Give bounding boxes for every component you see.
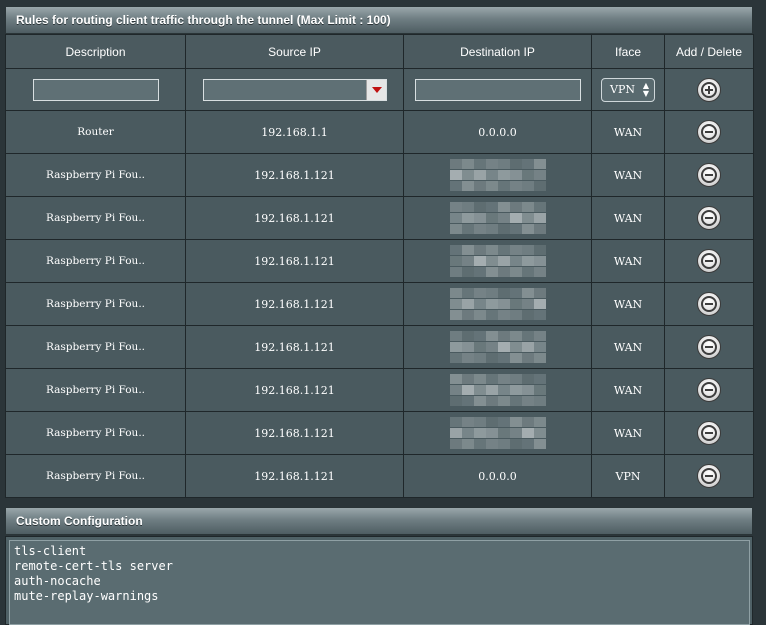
row-source-ip: 192.168.1.121 (185, 325, 404, 369)
delete-button-cell (664, 411, 754, 455)
row-iface: WAN (591, 153, 665, 197)
row-destination-ip: 0.0.0.0 (403, 110, 592, 154)
column-header-add-delete: Add / Delete (664, 34, 754, 69)
row-source-ip: 192.168.1.1 (185, 110, 404, 154)
row-source-ip: 192.168.1.121 (185, 239, 404, 283)
delete-button-cell (664, 282, 754, 326)
row-iface: WAN (591, 411, 665, 455)
row-destination-ip (403, 196, 592, 240)
redacted-destination-ip (449, 374, 546, 406)
row-source-ip: 192.168.1.121 (185, 282, 404, 326)
row-iface: VPN (591, 454, 665, 498)
row-description: Raspberry Pi Fou.. (5, 411, 186, 455)
table-row: Raspberry Pi Fou.. 192.168.1.121 WAN (5, 196, 754, 240)
table-row: Router 192.168.1.1 0.0.0.0 WAN (5, 110, 754, 154)
redacted-destination-ip (449, 417, 546, 449)
destination-ip-input[interactable] (414, 78, 581, 101)
table-row: Raspberry Pi Fou.. 192.168.1.121 WAN (5, 282, 754, 326)
row-description: Raspberry Pi Fou.. (5, 239, 186, 283)
iface-select[interactable]: VPN ▲ ▼ (601, 77, 655, 102)
redacted-destination-ip (449, 331, 546, 363)
column-header-description: Description (5, 34, 186, 69)
row-iface: WAN (591, 110, 665, 154)
table-row: Raspberry Pi Fou.. 192.168.1.121 WAN (5, 239, 754, 283)
row-iface: WAN (591, 368, 665, 412)
row-description: Raspberry Pi Fou.. (5, 368, 186, 412)
column-header-iface: Iface (591, 34, 665, 69)
delete-button-cell (664, 454, 754, 498)
row-destination-ip: 0.0.0.0 (403, 454, 592, 498)
delete-rule-button[interactable] (697, 206, 721, 230)
delete-rule-button[interactable] (697, 378, 721, 402)
vpn-client-routing-page: Rules for routing client traffic through… (0, 0, 766, 625)
description-input-cell (5, 68, 186, 111)
redacted-destination-ip (449, 245, 546, 277)
column-header-source-ip: Source IP (185, 34, 404, 69)
delete-rule-button[interactable] (697, 120, 721, 144)
row-description: Raspberry Pi Fou.. (5, 282, 186, 326)
routing-rules-table: Description Source IP Destination IP Ifa… (5, 34, 754, 498)
row-description: Raspberry Pi Fou.. (5, 196, 186, 240)
row-source-ip: 192.168.1.121 (185, 153, 404, 197)
delete-button-cell (664, 325, 754, 369)
delete-button-cell (664, 153, 754, 197)
description-input[interactable] (32, 78, 159, 101)
delete-rule-button[interactable] (697, 249, 721, 273)
delete-button-cell (664, 196, 754, 240)
add-rule-button[interactable] (697, 77, 721, 102)
redacted-destination-ip (449, 202, 546, 234)
delete-button-cell (664, 110, 754, 154)
row-source-ip: 192.168.1.121 (185, 368, 404, 412)
column-header-destination-ip: Destination IP (403, 34, 592, 69)
row-iface: WAN (591, 282, 665, 326)
table-row: Raspberry Pi Fou.. 192.168.1.121 WAN (5, 368, 754, 412)
source-ip-input-cell (185, 68, 404, 111)
source-ip-combobox[interactable] (202, 78, 387, 101)
delete-rule-button[interactable] (697, 335, 721, 359)
row-description: Router (5, 110, 186, 154)
delete-rule-button[interactable] (697, 421, 721, 445)
redacted-destination-ip (449, 288, 546, 320)
custom-config-title: Custom Configuration (5, 507, 753, 535)
rules-section-title: Rules for routing client traffic through… (5, 6, 753, 34)
delete-rule-button[interactable] (697, 292, 721, 316)
row-destination-ip (403, 411, 592, 455)
updown-arrows-icon: ▲ ▼ (642, 80, 649, 98)
row-description: Raspberry Pi Fou.. (5, 454, 186, 498)
row-source-ip: 192.168.1.121 (185, 196, 404, 240)
delete-button-cell (664, 368, 754, 412)
row-description: Raspberry Pi Fou.. (5, 153, 186, 197)
destination-ip-input-cell (403, 68, 592, 111)
table-row: Raspberry Pi Fou.. 192.168.1.121 0.0.0.0 VP… (5, 454, 754, 498)
row-destination-ip (403, 282, 592, 326)
table-row: Raspberry Pi Fou.. 192.168.1.121 WAN (5, 325, 754, 369)
row-source-ip: 192.168.1.121 (185, 454, 404, 498)
iface-select-value: VPN (610, 82, 635, 96)
row-source-ip: 192.168.1.121 (185, 411, 404, 455)
source-ip-dropdown-button[interactable] (365, 79, 386, 100)
table-row: Raspberry Pi Fou.. 192.168.1.121 WAN (5, 411, 754, 455)
redacted-destination-ip (449, 159, 546, 191)
custom-config-textarea[interactable]: tls-client remote-cert-tls server auth-n… (9, 540, 750, 625)
row-description: Raspberry Pi Fou.. (5, 325, 186, 369)
new-rule-input-row: VPN ▲ ▼ (5, 68, 754, 111)
table-row: Raspberry Pi Fou.. 192.168.1.121 WAN (5, 153, 754, 197)
table-header-row: Description Source IP Destination IP Ifa… (5, 34, 754, 69)
add-button-cell (664, 68, 754, 111)
row-destination-ip (403, 368, 592, 412)
row-iface: WAN (591, 196, 665, 240)
dropdown-arrow-icon (371, 86, 382, 93)
row-destination-ip (403, 153, 592, 197)
row-destination-ip (403, 239, 592, 283)
row-iface: WAN (591, 325, 665, 369)
iface-select-cell: VPN ▲ ▼ (591, 68, 665, 111)
row-destination-ip (403, 325, 592, 369)
delete-button-cell (664, 239, 754, 283)
row-iface: WAN (591, 239, 665, 283)
delete-rule-button[interactable] (697, 464, 721, 488)
delete-rule-button[interactable] (697, 163, 721, 187)
